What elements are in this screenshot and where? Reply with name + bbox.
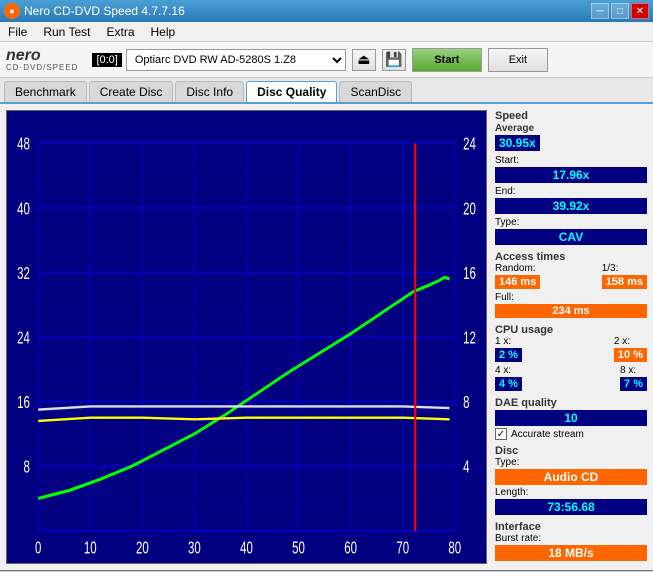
svg-text:40: 40 bbox=[17, 199, 30, 219]
burst-rate-value: 18 MB/s bbox=[495, 545, 647, 561]
tab-bar: Benchmark Create Disc Disc Info Disc Qua… bbox=[0, 78, 653, 104]
svg-text:30: 30 bbox=[188, 538, 201, 558]
random-value: 146 ms bbox=[495, 275, 540, 289]
disc-type-value: Audio CD bbox=[495, 469, 647, 485]
svg-text:24: 24 bbox=[17, 328, 30, 348]
svg-text:10: 10 bbox=[84, 538, 97, 558]
full-value: 234 ms bbox=[495, 304, 647, 318]
start-label: Start: bbox=[495, 155, 519, 166]
app-icon: ● bbox=[4, 3, 20, 19]
cpu8x-label: 8 x: bbox=[620, 365, 647, 376]
disc-length-value: 73:56.68 bbox=[495, 499, 647, 515]
svg-text:32: 32 bbox=[17, 263, 30, 283]
interface-label: Interface bbox=[495, 521, 647, 533]
svg-text:8: 8 bbox=[463, 393, 469, 413]
average-label: Average bbox=[495, 123, 540, 134]
tab-disc-info[interactable]: Disc Info bbox=[175, 81, 244, 102]
svg-text:24: 24 bbox=[463, 134, 476, 154]
cpu2x-label: 2 x: bbox=[614, 336, 647, 347]
svg-text:40: 40 bbox=[240, 538, 253, 558]
one-third-value: 158 ms bbox=[602, 275, 647, 289]
disc-section: Disc Type: Audio CD Length: 73:56.68 bbox=[495, 445, 647, 516]
access-times-label: Access times bbox=[495, 251, 647, 263]
end-label: End: bbox=[495, 186, 516, 197]
cpu4x-label: 4 x: bbox=[495, 365, 522, 376]
one-third-label: 1/3: bbox=[602, 263, 647, 274]
svg-text:50: 50 bbox=[292, 538, 305, 558]
tab-benchmark[interactable]: Benchmark bbox=[4, 81, 87, 102]
speed-label: Speed bbox=[495, 110, 647, 122]
start-button[interactable]: Start bbox=[412, 48, 482, 72]
average-value: 30.95x bbox=[495, 135, 540, 151]
accurate-stream-checkbox[interactable]: ✓ bbox=[495, 428, 507, 440]
right-panel: Speed Average 30.95x Start: 17.96x End: … bbox=[491, 106, 651, 568]
minimize-button[interactable]: ─ bbox=[591, 3, 609, 19]
menu-help[interactable]: Help bbox=[147, 24, 180, 40]
menu-bar: File Run Test Extra Help bbox=[0, 22, 653, 42]
svg-text:60: 60 bbox=[344, 538, 357, 558]
drive-selector: [0:0] Optiarc DVD RW AD-5280S 1.Z8 bbox=[92, 49, 345, 71]
full-label: Full: bbox=[495, 292, 647, 303]
speed-section: Speed Average 30.95x Start: 17.96x End: … bbox=[495, 110, 647, 246]
svg-text:16: 16 bbox=[463, 263, 476, 283]
cpu1x-value: 2 % bbox=[495, 348, 522, 362]
svg-text:0: 0 bbox=[35, 538, 41, 558]
menu-run-test[interactable]: Run Test bbox=[39, 24, 94, 40]
end-value: 39.92x bbox=[495, 198, 647, 214]
logo-cddvd: CD·DVD/SPEED bbox=[6, 64, 78, 72]
cpu4x-value: 4 % bbox=[495, 377, 522, 391]
access-times-section: Access times Random: 146 ms 1/3: 158 ms … bbox=[495, 251, 647, 319]
svg-text:70: 70 bbox=[396, 538, 409, 558]
dae-quality-label: DAE quality bbox=[495, 397, 647, 409]
type-value: CAV bbox=[495, 229, 647, 245]
menu-file[interactable]: File bbox=[4, 24, 31, 40]
cpu-usage-label: CPU usage bbox=[495, 324, 647, 336]
accurate-stream-label: Accurate stream bbox=[511, 429, 584, 440]
eject-icon[interactable]: ⏏ bbox=[352, 49, 376, 71]
svg-text:20: 20 bbox=[463, 199, 476, 219]
svg-text:16: 16 bbox=[17, 393, 30, 413]
svg-text:48: 48 bbox=[17, 134, 30, 154]
svg-text:20: 20 bbox=[136, 538, 149, 558]
logo: nero CD·DVD/SPEED bbox=[6, 48, 78, 72]
cpu-usage-section: CPU usage 1 x: 2 % 2 x: 10 % 4 x: 4 % bbox=[495, 324, 647, 392]
disc-length-label: Length: bbox=[495, 487, 647, 498]
drive-dropdown[interactable]: Optiarc DVD RW AD-5280S 1.Z8 bbox=[126, 49, 346, 71]
dae-section: DAE quality 10 ✓ Accurate stream bbox=[495, 397, 647, 440]
logo-nero: nero bbox=[6, 48, 78, 64]
cpu8x-value: 7 % bbox=[620, 377, 647, 391]
interface-section: Interface Burst rate: 18 MB/s bbox=[495, 521, 647, 562]
cpu2x-value: 10 % bbox=[614, 348, 647, 362]
burst-rate-label: Burst rate: bbox=[495, 533, 647, 544]
start-value: 17.96x bbox=[495, 167, 647, 183]
svg-text:4: 4 bbox=[463, 457, 469, 477]
toolbar: nero CD·DVD/SPEED [0:0] Optiarc DVD RW A… bbox=[0, 42, 653, 78]
tab-scan-disc[interactable]: ScanDisc bbox=[339, 81, 412, 102]
save-icon[interactable]: 💾 bbox=[382, 49, 406, 71]
close-button[interactable]: ✕ bbox=[631, 3, 649, 19]
tab-disc-quality[interactable]: Disc Quality bbox=[246, 81, 337, 102]
cpu1x-label: 1 x: bbox=[495, 336, 522, 347]
disc-type-label: Type: bbox=[495, 457, 647, 468]
disc-label: Disc bbox=[495, 445, 647, 457]
exit-button[interactable]: Exit bbox=[488, 48, 548, 72]
tab-create-disc[interactable]: Create Disc bbox=[89, 81, 174, 102]
window-title: Nero CD-DVD Speed 4.7.7.16 bbox=[24, 4, 185, 18]
maximize-button[interactable]: □ bbox=[611, 3, 629, 19]
svg-text:12: 12 bbox=[463, 328, 476, 348]
type-label: Type: bbox=[495, 217, 519, 228]
svg-text:80: 80 bbox=[448, 538, 461, 558]
svg-text:8: 8 bbox=[24, 457, 30, 477]
title-bar: ● Nero CD-DVD Speed 4.7.7.16 ─ □ ✕ bbox=[0, 0, 653, 22]
chart-area: 48 40 32 24 16 8 24 20 16 12 8 4 0 10 20… bbox=[6, 110, 487, 564]
menu-extra[interactable]: Extra bbox=[102, 24, 138, 40]
dae-quality-value: 10 bbox=[495, 410, 647, 426]
random-label: Random: bbox=[495, 263, 540, 274]
chart-svg: 48 40 32 24 16 8 24 20 16 12 8 4 0 10 20… bbox=[7, 111, 486, 563]
drive-label: [0:0] bbox=[92, 53, 121, 67]
